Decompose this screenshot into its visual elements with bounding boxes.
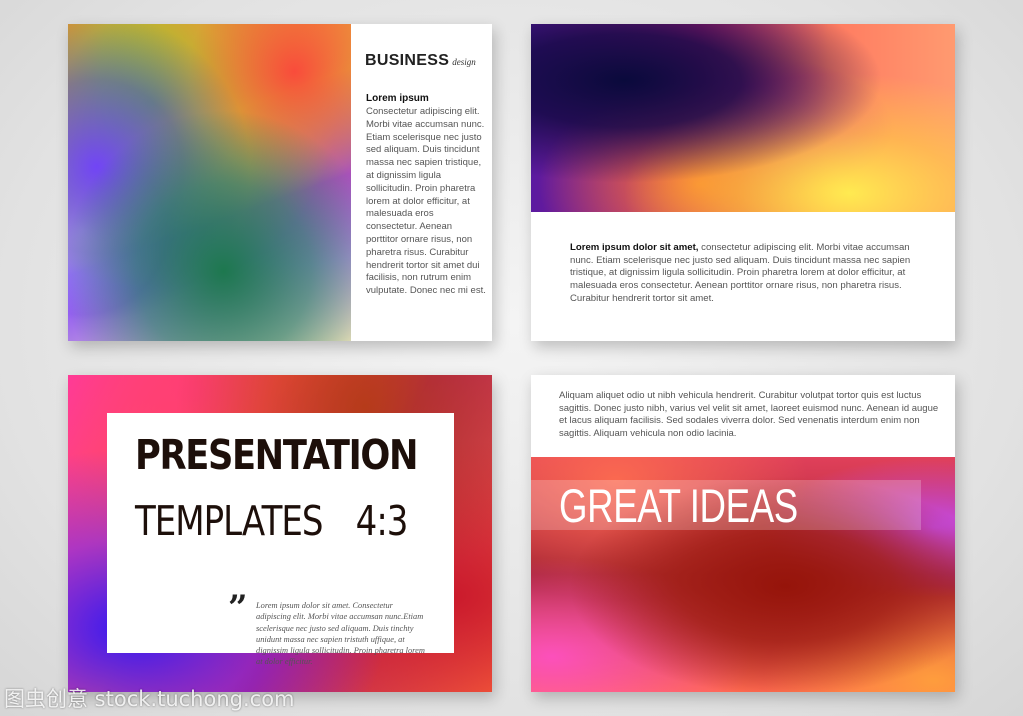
watermark: 图虫创意 stock.tuchong.com [4, 687, 295, 711]
title-great-ideas: GREAT IDEAS [559, 479, 798, 532]
text-panel: BUSINESS design Lorem ipsum Consectetur a… [351, 24, 492, 341]
abstract-gradient-banner [531, 24, 955, 212]
aspect-ratio: 4:3 [355, 497, 409, 545]
body-text: Lorem ipsum dolor sit amet, consectetur … [570, 242, 915, 306]
title-presentation: PRESENTATION [135, 431, 418, 479]
quote-mark-icon: ” [228, 593, 248, 623]
abstract-gradient-image [68, 24, 351, 341]
title-templates-line: TEMPLATES 4:3 [135, 497, 409, 545]
lead-text: Lorem ipsum dolor sit amet, [570, 242, 699, 253]
title-box: PRESENTATION TEMPLATES 4:3 ” Lorem ipsum … [107, 413, 454, 666]
title-design: design [452, 57, 476, 67]
slide-business-design: BUSINESS design Lorem ipsum Consectetur a… [68, 24, 492, 341]
body-text: Consectetur adipiscing elit. Morbi vitae… [366, 106, 486, 297]
slide-presentation-templates: PRESENTATION TEMPLATES 4:3 ” Lorem ipsum … [68, 375, 492, 692]
title-templates: TEMPLATES [135, 497, 323, 545]
slide-title: BUSINESS design [365, 52, 476, 70]
quote-text: Lorem ipsum dolor sit amet. Consectetur … [256, 601, 425, 667]
slide-great-ideas: Aliquam aliquet odio ut nibh vehicula he… [531, 375, 955, 692]
body-text: Aliquam aliquet odio ut nibh vehicula he… [559, 390, 939, 439]
slide-text-bottom: Lorem ipsum dolor sit amet, consectetur … [531, 24, 955, 341]
lorem-heading: Lorem ipsum [366, 93, 429, 104]
title-business: BUSINESS [365, 52, 450, 69]
